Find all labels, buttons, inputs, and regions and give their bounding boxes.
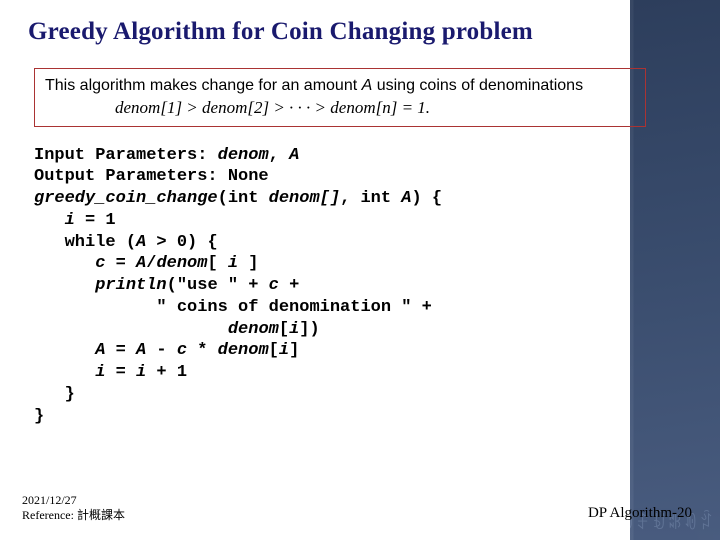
code-l7c: ("use " + [167,276,269,295]
code-l9e: ]) [299,320,319,339]
code-l7a [34,276,95,295]
code-l3f: ) { [412,189,443,208]
description-box: This algorithm makes change for an amoun… [34,68,646,127]
code-l6i: ] [238,254,258,273]
code-l2: Output Parameters: None [34,167,269,186]
desc-text-2: using coins of denominations [372,77,583,94]
code-l9d: i [289,320,299,339]
code-l13: } [34,407,44,426]
code-l10g: * [187,341,218,360]
code-l10c: = [105,341,136,360]
code-l6c: = [105,254,136,273]
code-l6b: c [95,254,105,273]
code-l12: } [34,385,75,404]
code-l6h: i [228,254,238,273]
footer-date: 2021/12/27 [22,493,125,507]
code-l3c: denom[] [269,189,340,208]
code-l10k: ] [289,341,299,360]
code-l10h: denom [218,341,269,360]
code-l9b: denom [228,320,279,339]
code-l8: " coins of denomination " + [34,298,432,317]
code-l3d: , int [340,189,401,208]
code-l3e: A [401,189,411,208]
slide-content: Greedy Algorithm for Coin Changing probl… [0,0,680,427]
slide-title: Greedy Algorithm for Coin Changing probl… [28,18,652,46]
code-l3b: (int [218,189,269,208]
code-l10d: A [136,341,146,360]
code-l5a: while ( [34,233,136,252]
code-l11b: i [95,363,105,382]
code-l11d: i [136,363,146,382]
code-l6a [34,254,95,273]
code-l11e: + 1 [146,363,187,382]
code-l6d: A [136,254,146,273]
footer-reference: Reference: 計概課本 [22,508,125,522]
code-l7e: + [279,276,299,295]
code-l10e: - [146,341,177,360]
footer-right: DP Algorithm-20 [588,505,692,522]
code-l1b: denom [218,146,269,165]
code-l4b: i [65,211,75,230]
code-l4a [34,211,65,230]
code-l10i: [ [269,341,279,360]
code-l11a [34,363,95,382]
code-l1d: A [289,146,299,165]
code-l6f: denom [156,254,207,273]
desc-formula: denom[1] > denom[2] > · · · > denom[n] =… [45,97,635,120]
code-block: Input Parameters: denom, A Output Parame… [34,145,652,428]
code-l4c: = 1 [75,211,116,230]
code-l10f: c [177,341,187,360]
code-l6e: / [146,254,156,273]
code-l9a [34,320,228,339]
code-l7b: println [95,276,166,295]
footer-left: 2021/12/27 Reference: 計概課本 [22,493,125,522]
code-l10a [34,341,95,360]
code-l10j: i [279,341,289,360]
desc-text-1: This algorithm makes change for an amoun… [45,77,362,94]
code-l5b: A [136,233,146,252]
desc-var-A: A [362,77,373,94]
code-l7d: c [269,276,279,295]
code-l6g: [ [207,254,227,273]
code-l1a: Input Parameters: [34,146,218,165]
code-l11c: = [105,363,136,382]
code-l3a: greedy_coin_change [34,189,218,208]
code-l10b: A [95,341,105,360]
code-l1c: , [269,146,289,165]
code-l5c: > 0) { [146,233,217,252]
code-l9c: [ [279,320,289,339]
